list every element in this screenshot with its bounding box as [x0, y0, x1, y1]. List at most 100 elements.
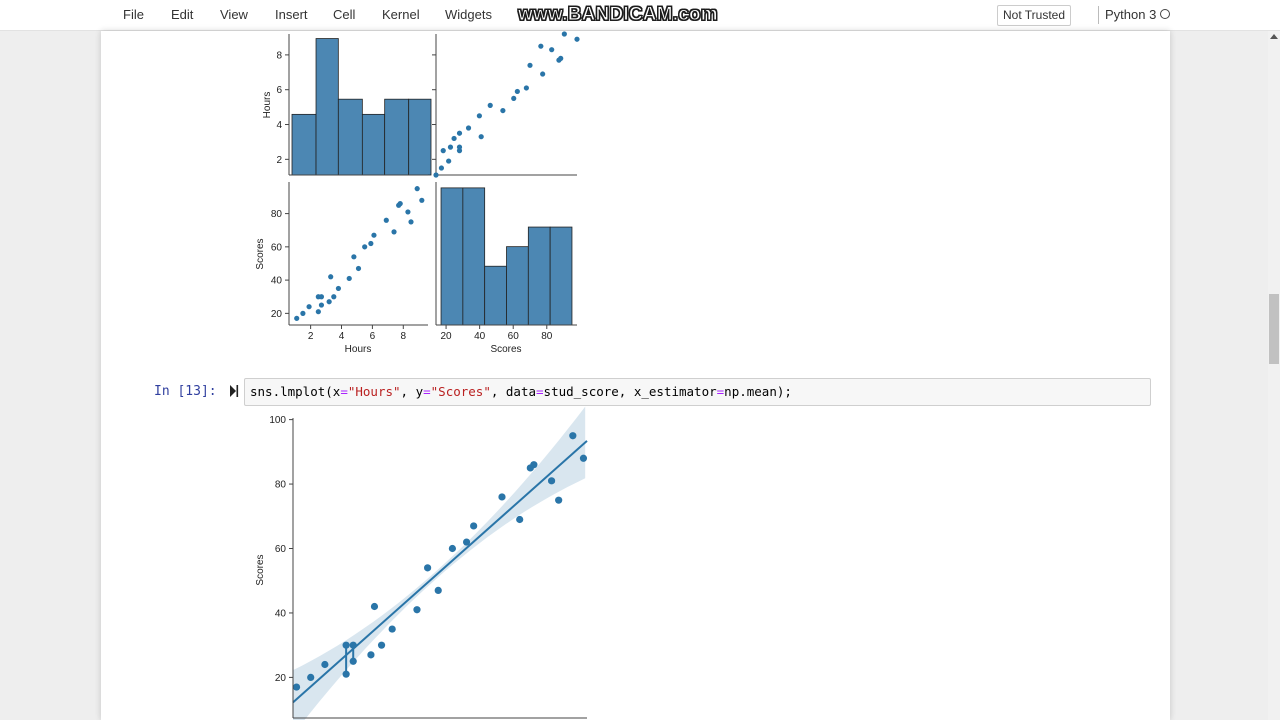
scatter-point [498, 493, 506, 501]
scatter-point [446, 158, 452, 164]
scatter-point [456, 130, 463, 136]
scatter-point [321, 660, 329, 669]
code-text[interactable]: sns.lmplot(x="Hours", y="Scores", data=s… [250, 384, 792, 399]
code-token: np.mean); [724, 384, 792, 399]
scatter-point [368, 240, 374, 247]
y-tick-label: 40 [271, 276, 283, 287]
scatter-point [549, 47, 555, 53]
scatter-point [362, 244, 368, 250]
scatter-point [346, 275, 352, 282]
scatter-point [569, 432, 577, 440]
y-tick-label: 60 [271, 242, 283, 253]
scatter-point [438, 165, 445, 171]
scatter-point [440, 148, 446, 154]
scatter-point [530, 461, 538, 469]
x-tick-label: 2 [308, 331, 314, 342]
scatter-point [370, 602, 379, 611]
code-token: stud_score, x_estimator [543, 384, 717, 399]
scatter-point [397, 201, 403, 207]
scatter-point [315, 309, 321, 315]
scatter-point [487, 102, 493, 108]
y-axis-label: Hours [262, 92, 273, 119]
y-tick-label: 100 [269, 415, 286, 426]
scatter-point [328, 274, 334, 280]
code-token: = [536, 384, 544, 399]
scatter-point [351, 254, 357, 260]
code-token: sns.lmplot(x [250, 384, 341, 399]
y-tick-label: 80 [275, 480, 287, 491]
y-tick-label: 40 [275, 608, 287, 619]
scatter-point [318, 294, 325, 300]
hist-bar [549, 226, 573, 326]
scatter-point [555, 496, 563, 504]
scatter-point [306, 304, 312, 310]
x-tick-label: 20 [441, 331, 453, 342]
scatter-point [355, 265, 362, 272]
scatter-point [318, 302, 325, 308]
scatter-point [377, 641, 386, 649]
scatter-point [456, 144, 463, 150]
hist-bar [361, 113, 386, 176]
y-tick-label: 4 [276, 120, 282, 131]
y-tick-label: 20 [271, 309, 283, 320]
scatter-point [371, 232, 377, 238]
y-tick-label: 80 [271, 209, 283, 220]
scatter-point [523, 85, 529, 91]
scatter-point [500, 107, 506, 114]
pairplot-hours-vs-scores [432, 31, 580, 178]
scatter-point [419, 197, 425, 203]
y-tick-label: 20 [275, 673, 287, 684]
scatter-point [448, 544, 456, 553]
scatter-point [558, 55, 564, 61]
y-tick-label: 2 [276, 155, 282, 166]
y-axis-label: Scores [255, 238, 266, 269]
pairplot-hours-hist: 2 4 6 8 Hours [262, 34, 432, 176]
scatter-point [424, 564, 432, 572]
hist-bar [337, 98, 363, 176]
scatter-point [579, 454, 588, 462]
y-tick-label: 6 [276, 85, 282, 96]
x-tick-label: 60 [508, 331, 520, 342]
hist-bar [315, 38, 339, 176]
code-token: = [340, 384, 348, 399]
scatter-point [514, 88, 520, 95]
scatter-point [462, 538, 471, 546]
code-token: , data [490, 384, 537, 399]
pairplot-scores-hist: 20 40 60 80 Scores [435, 182, 577, 355]
scatter-point [294, 315, 300, 321]
scatter-point [383, 217, 389, 223]
scatter-point [476, 113, 482, 119]
regression-line [292, 440, 588, 704]
code-token: , y [400, 384, 424, 399]
confidence-band [293, 406, 586, 720]
scatter-point [335, 285, 342, 292]
scatter-point [547, 477, 556, 485]
y-axis-label: Scores [255, 554, 266, 585]
y-tick-label: 60 [275, 544, 287, 555]
run-cell-icon[interactable] [229, 384, 239, 398]
x-tick-label: 80 [541, 331, 553, 342]
hist-bar [384, 98, 410, 176]
pairplot-figure: 2 4 6 8 Hours 20 40 60 80 2 4 6 8 Hours Scores 20 40 60… [255, 31, 588, 720]
x-axis-label: Scores [490, 344, 521, 355]
scatter-point [470, 522, 478, 530]
hist-bar [484, 265, 507, 326]
scatter-point [561, 31, 567, 37]
code-token: "Scores" [430, 384, 491, 399]
scatter-point [292, 683, 301, 691]
cell-prompt: In [13]: [154, 384, 217, 399]
scatter-point [451, 135, 457, 142]
pairplot-scores-vs-hours: 20 40 60 80 2 4 6 8 Hours Scores [255, 182, 428, 355]
code-input[interactable]: sns.lmplot(x="Hours", y="Scores", data=s… [244, 378, 1151, 406]
scatter-point [434, 586, 442, 594]
scatter-point [414, 186, 420, 192]
code-token: "Hours" [347, 384, 401, 399]
scatter-point [478, 134, 484, 140]
hist-bar [527, 226, 551, 326]
scatter-point [413, 606, 421, 614]
code-token: = [423, 384, 431, 399]
hist-bar [506, 246, 529, 326]
x-axis-label: Hours [345, 344, 372, 355]
scatter-point [538, 43, 544, 49]
x-tick-label: 4 [339, 331, 345, 342]
